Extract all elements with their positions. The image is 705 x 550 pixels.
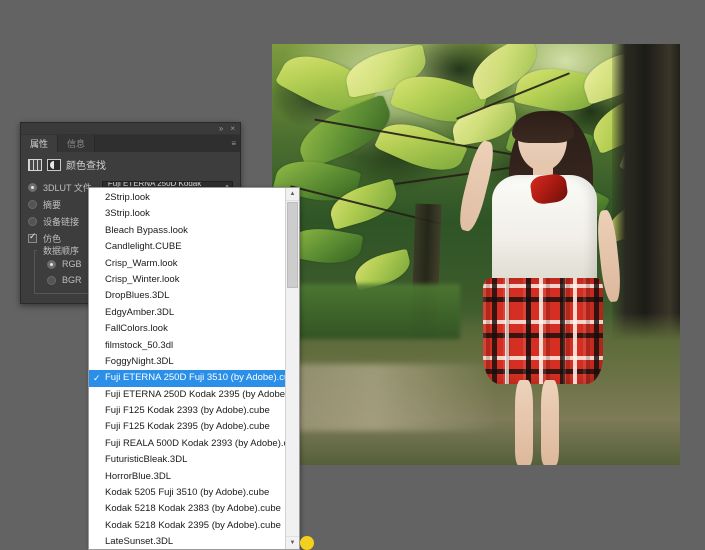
lut-option-item[interactable]: 3Strip.look (89, 206, 285, 222)
radio-bgr[interactable] (47, 275, 56, 285)
photo-subject-figure (455, 111, 623, 465)
checkbox-dither[interactable] (28, 232, 37, 243)
label-abstract: 摘要 (43, 200, 62, 210)
data-order-legend: 数据顺序 (39, 244, 84, 257)
adjustment-layer-icon (47, 158, 61, 171)
close-icon[interactable]: × (230, 124, 235, 133)
lut-option-item[interactable]: Kodak 5218 Kodak 2395 (by Adobe).cube (89, 518, 285, 534)
lut-option-item[interactable]: Fuji REALA 500D Kodak 2393 (by Adobe).cu… (89, 436, 285, 452)
collapse-icon[interactable]: » (219, 124, 223, 133)
tab-properties[interactable]: 属性 (21, 135, 59, 152)
label-bgr: BGR (62, 275, 82, 285)
radio-3dlut-file[interactable] (28, 183, 37, 192)
lut-option-item[interactable]: Kodak 5218 Kodak 2383 (by Adobe).cube (89, 501, 285, 517)
lut-file-dropdown[interactable]: 2Strip.look 3Strip.look Bleach Bypass.look… (88, 187, 300, 550)
scroll-down-icon[interactable]: ▼ (286, 536, 299, 549)
subject-left-leg (515, 380, 534, 465)
label-device-link: 设备链接 (43, 217, 80, 227)
lut-option-item[interactable]: Fuji ETERNA 250D Kodak 2395 (by Adobe).c… (89, 387, 285, 403)
tab-info-label: 信息 (67, 139, 86, 149)
image-canvas[interactable] (272, 44, 680, 465)
lut-option-item[interactable]: FuturisticBleak.3DL (89, 452, 285, 468)
lut-option-item[interactable]: filmstock_50.3dl (89, 338, 285, 354)
tab-bar-filler (95, 135, 227, 152)
lut-option-item[interactable]: Fuji F125 Kodak 2395 (by Adobe).cube (89, 419, 285, 435)
lut-option-list[interactable]: 2Strip.look 3Strip.look Bleach Bypass.look… (89, 188, 285, 549)
panel-header: 颜色查找 (21, 152, 240, 176)
label-3dlut-file: 3DLUT 文件 (43, 183, 92, 193)
tab-info[interactable]: 信息 (58, 135, 96, 152)
scrollbar-thumb[interactable] (287, 202, 298, 288)
lut-option-item[interactable]: Crisp_Winter.look (89, 272, 285, 288)
lut-option-item[interactable]: 2Strip.look (89, 190, 285, 206)
dropdown-scrollbar[interactable]: ▲ ▼ (285, 188, 299, 549)
lut-option-item[interactable]: FoggyNight.3DL (89, 354, 285, 370)
subject-right-leg (541, 380, 560, 465)
lut-option-item[interactable]: Crisp_Warm.look (89, 256, 285, 272)
panel-titlebar: » × (21, 123, 240, 135)
lut-option-item[interactable]: FallColors.look (89, 321, 285, 337)
subject-plaid-skirt (482, 277, 604, 384)
lut-option-item[interactable]: LateSunset.3DL (89, 534, 285, 549)
grid-icon (28, 158, 42, 171)
page-title: 颜色查找 (66, 161, 106, 172)
lut-option-item[interactable]: Candlelight.CUBE (89, 239, 285, 255)
lut-option-item[interactable]: EdgyAmber.3DL (89, 305, 285, 321)
tab-properties-label: 属性 (30, 139, 49, 149)
skirt-pleats (482, 277, 604, 384)
label-rgb: RGB (62, 259, 82, 269)
lut-option-item[interactable]: DropBlues.3DL (89, 288, 285, 304)
radio-rgb[interactable] (47, 259, 56, 269)
panel-menu-icon[interactable]: ≡ (226, 135, 240, 152)
lut-option-item[interactable]: HorrorBlue.3DL (89, 469, 285, 485)
radio-abstract[interactable] (28, 200, 37, 209)
radio-device-link[interactable] (28, 217, 37, 226)
lut-option-item[interactable]: Fuji F125 Kodak 2393 (by Adobe).cube (89, 403, 285, 419)
lut-option-item[interactable]: Fuji ETERNA 250D Fuji 3510 (by Adobe).cu… (89, 370, 285, 387)
scroll-up-icon[interactable]: ▲ (286, 188, 299, 201)
lut-option-item[interactable]: Bleach Bypass.look (89, 223, 285, 239)
panel-tab-bar: 属性 信息 ≡ (21, 135, 240, 152)
lut-option-item[interactable]: Kodak 5205 Fuji 3510 (by Adobe).cube (89, 485, 285, 501)
photo-hedge (272, 283, 460, 339)
